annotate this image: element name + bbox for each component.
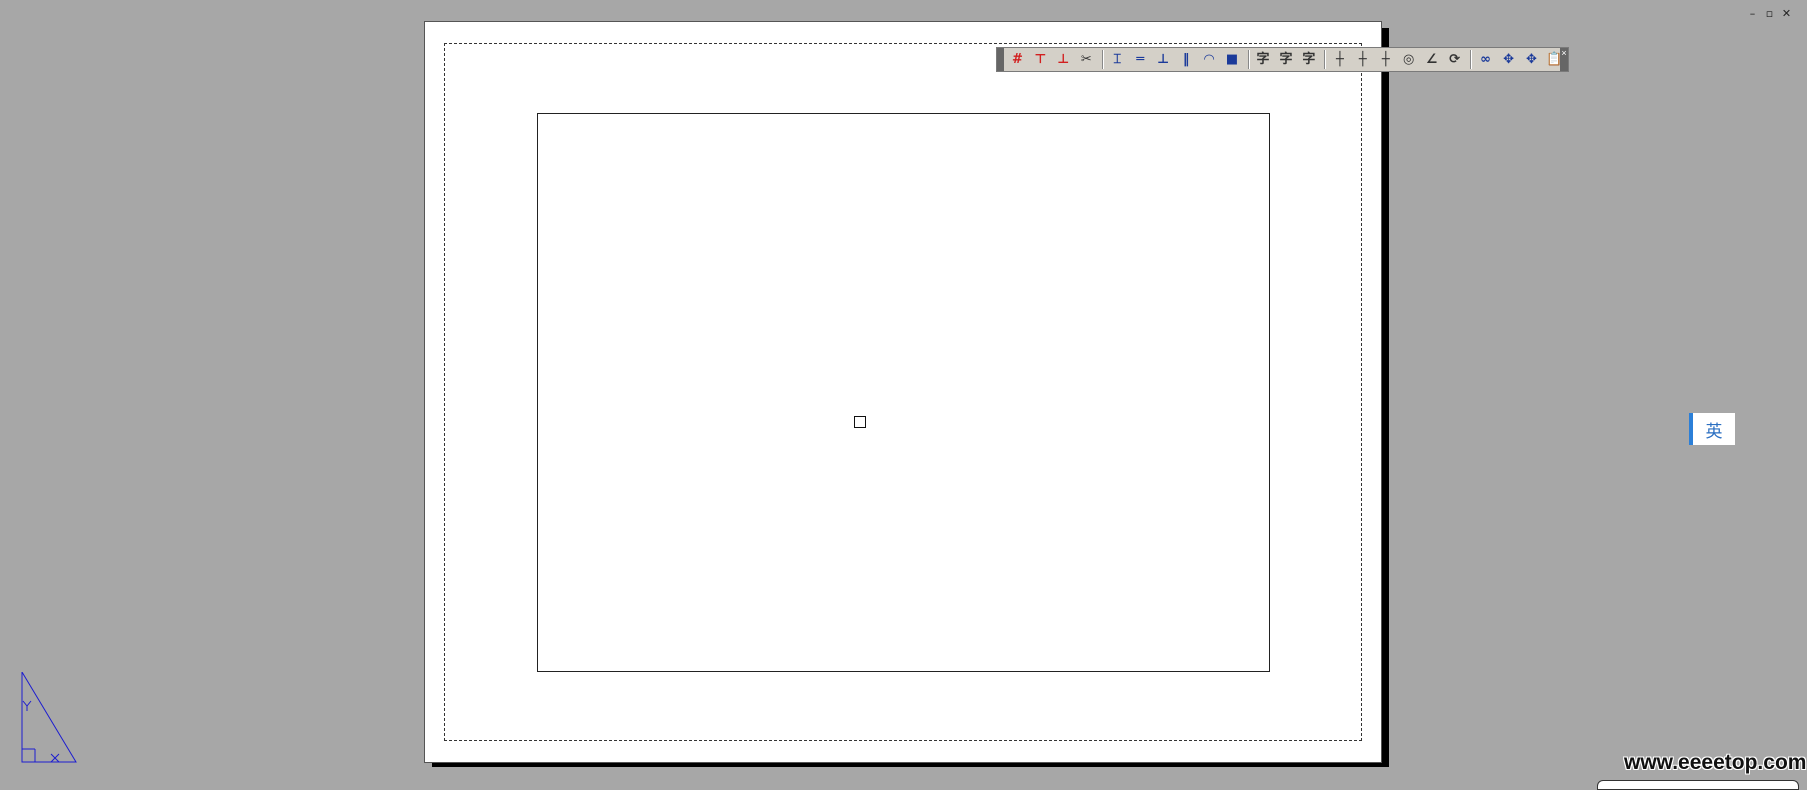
radius-dim-icon[interactable]: ◎ (1399, 50, 1418, 69)
hatch-grid-icon[interactable]: ┼ (1330, 50, 1349, 69)
ime-language-indicator[interactable]: 英 (1689, 413, 1735, 445)
double-line-icon[interactable]: ═ (1131, 50, 1150, 69)
scissors-icon[interactable]: ✂ (1077, 50, 1096, 69)
dim-pair-red-icon[interactable]: ⊤ (1031, 50, 1050, 69)
minimize-button[interactable]: – (1746, 7, 1759, 20)
text-edit-icon[interactable]: 字 (1299, 50, 1318, 69)
center-mark-icon[interactable]: ⌶ (1108, 50, 1127, 69)
watermark: www.eeeetop.com (1624, 751, 1807, 774)
status-tab-edge (1597, 780, 1799, 790)
move-icon[interactable]: ✥ (1499, 50, 1518, 69)
continue-dim-icon[interactable]: ┼ (1376, 50, 1395, 69)
toolbar-close-button[interactable]: × (1560, 48, 1568, 71)
crosshair-pickbox (854, 416, 866, 428)
block-icon[interactable]: ■ (1223, 50, 1242, 69)
toolbar-separator (1247, 50, 1250, 69)
toolbar-grip[interactable] (997, 48, 1004, 71)
ucs-triangle-icon (21, 672, 77, 763)
angle-dim-icon[interactable]: ∠ (1422, 50, 1441, 69)
text-style-icon[interactable]: 字 (1254, 50, 1273, 69)
baseline-dim-icon[interactable]: ⊥ (1154, 50, 1173, 69)
window-controls: – ▫ ✕ (1746, 7, 1793, 20)
toolbar-separator (1470, 50, 1473, 69)
dimension-toolbar[interactable]: # ⊤ ⊥ ✂ ⌶ ═ ⊥ ‖ ◠ ■ 字字字 ┼ ┼ ┼ ◎ ∠ ⟳ ∞ ✥ ✥ 📋 × (996, 47, 1569, 72)
vertical-dim-icon[interactable]: ‖ (1177, 50, 1196, 69)
close-button[interactable]: ✕ (1780, 7, 1793, 20)
dim-grid-red-icon[interactable]: # (1008, 50, 1027, 69)
pan-icon[interactable]: ✥ (1522, 50, 1541, 69)
restore-button[interactable]: ▫ (1763, 7, 1776, 20)
linear-dim-icon[interactable]: ┼ (1353, 50, 1372, 69)
text-icon[interactable]: 字 (1276, 50, 1295, 69)
arc-dim-icon[interactable]: ◠ (1200, 50, 1219, 69)
break-link-icon[interactable]: ∞ (1476, 50, 1495, 69)
toolbar-separator (1324, 50, 1327, 69)
dim-tee-red-icon[interactable]: ⊥ (1054, 50, 1073, 69)
layout-viewport[interactable] (537, 113, 1270, 672)
toolbar-separator (1101, 50, 1104, 69)
arc-length-icon[interactable]: ⟳ (1445, 50, 1464, 69)
